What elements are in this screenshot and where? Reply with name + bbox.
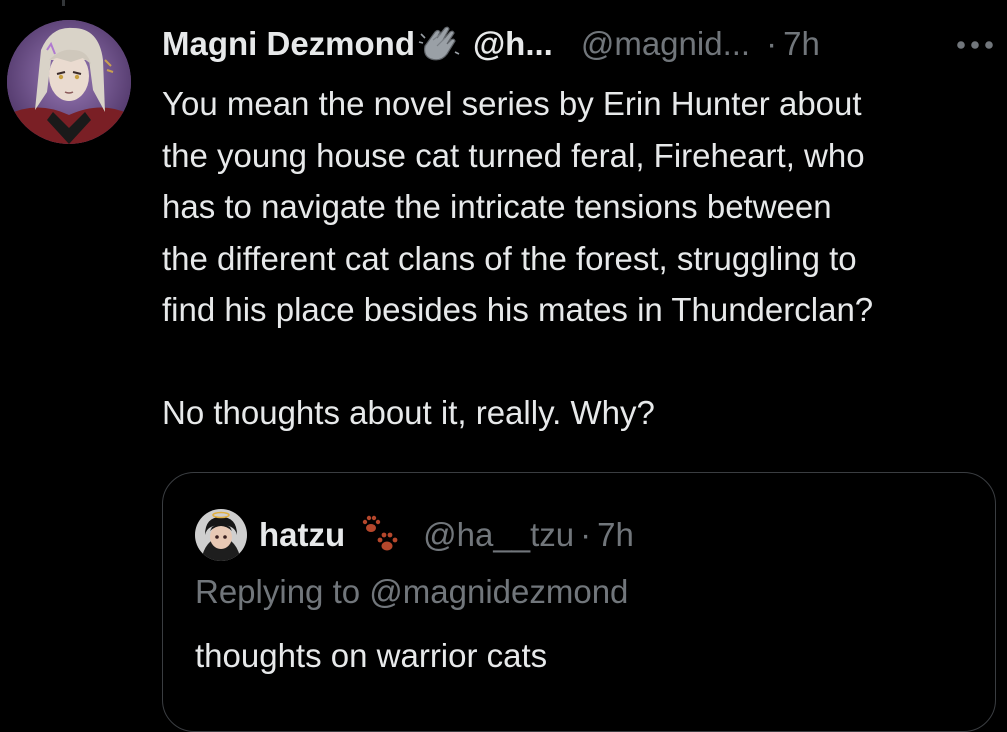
quoted-tweet[interactable]: hatzu @ha__tzu · 7h Replying to @magnide… — [162, 472, 996, 732]
tweet-text: You mean the novel series by Erin Hunter… — [162, 78, 1002, 438]
replying-to-label: Replying to @magnidezmond — [195, 573, 629, 610]
tweet-paragraph-2: No thoughts about it, really. Why? — [162, 393, 655, 431]
tweet-line: You mean the novel series by Erin Hunter… — [162, 85, 862, 122]
quoted-tweet-text: thoughts on warrior cats — [195, 637, 548, 674]
separator-dot: · — [766, 25, 778, 62]
quoted-timestamp[interactable]: 7h — [597, 516, 634, 554]
author-handle[interactable]: @magnid... — [581, 25, 750, 63]
author-name-suffix[interactable]: @h... — [473, 25, 553, 63]
tweet-header: Magni Dezmond @h... @magnid... · 7h — [162, 22, 1007, 66]
clapping-hands-icon — [417, 24, 461, 64]
quoted-tweet-header: hatzu @ha__tzu · 7h — [195, 509, 634, 561]
separator-dot: · — [580, 516, 592, 553]
paw-prints-icon — [357, 512, 403, 558]
thread-connector-line — [62, 0, 65, 6]
tweet: Magni Dezmond @h... @magnid... · 7h You … — [162, 22, 1007, 438]
quoted-handle[interactable]: @ha__tzu — [423, 516, 574, 554]
tweet-line: find his place besides his mates in Thun… — [162, 291, 874, 328]
quoted-avatar[interactable] — [195, 509, 247, 561]
tweet-paragraph-1: You mean the novel series by Erin Hunter… — [162, 78, 1002, 336]
more-horizontal-icon[interactable] — [952, 30, 998, 60]
quoted-display-name[interactable]: hatzu — [259, 516, 345, 554]
author-display-name[interactable]: Magni Dezmond — [162, 25, 415, 63]
tweet-line: has to navigate the intricate tensions b… — [162, 188, 832, 225]
tweet-line: the different cat clans of the forest, s… — [162, 239, 857, 277]
quoted-avatar-illustration — [195, 509, 247, 561]
avatar[interactable] — [7, 20, 131, 144]
avatar-illustration — [7, 20, 131, 144]
tweet-line: the young house cat turned feral, Firehe… — [162, 136, 865, 174]
tweet-timestamp[interactable]: 7h — [783, 25, 820, 63]
